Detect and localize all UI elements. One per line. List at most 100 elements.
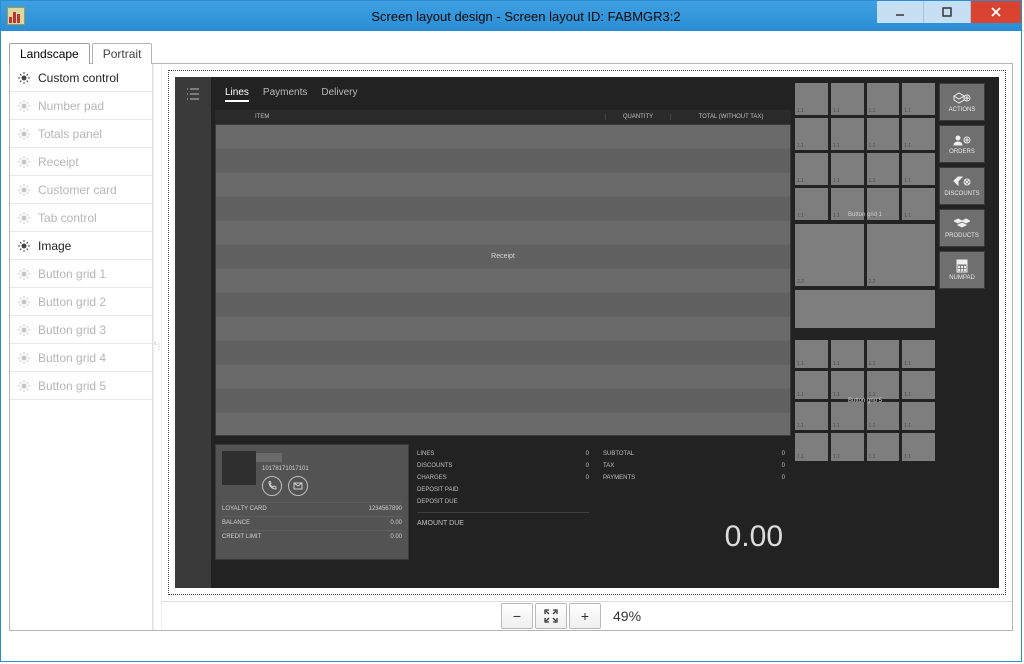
pos-tab-lines[interactable]: Lines	[225, 87, 249, 102]
grid-cell[interactable]	[795, 371, 828, 399]
grid-cell[interactable]	[831, 153, 864, 185]
gear-icon	[18, 296, 30, 308]
button-grid-3-panel[interactable]	[795, 290, 935, 328]
totals-panel-left[interactable]: LINES0 DISCOUNTS0 CHARGES0 DEPOSIT PAID …	[415, 444, 591, 560]
grid-cell[interactable]	[831, 402, 864, 430]
toolbox-item-label: Custom control	[38, 71, 119, 85]
pos-tab-payments[interactable]: Payments	[263, 87, 307, 102]
grid-cell[interactable]	[831, 371, 864, 399]
value: 0	[782, 451, 785, 457]
grid-cell[interactable]	[902, 371, 935, 399]
toolbox-item-image[interactable]: Image	[10, 232, 152, 260]
customer-card-panel[interactable]: 10178171017101 LOYALTY CARD1234567890	[215, 444, 409, 560]
pos-screen[interactable]: Lines Payments Delivery ITEM QUANTITY TO…	[175, 77, 999, 588]
grid-cell[interactable]	[867, 402, 900, 430]
toolbox-item-customer-card[interactable]: Customer card	[10, 176, 152, 204]
toolbox-item-button-grid-3[interactable]: Button grid 3	[10, 316, 152, 344]
grid-cell[interactable]	[795, 433, 828, 461]
toolbox-item-label: Totals panel	[38, 127, 102, 141]
grid-cell[interactable]	[831, 118, 864, 150]
receipt-header: ITEM QUANTITY TOTAL (WITHOUT TAX)	[215, 110, 791, 124]
app-icon	[7, 7, 25, 25]
button-grid-1-panel[interactable]: Button grid 1	[795, 83, 935, 220]
grid-cell[interactable]	[831, 83, 864, 115]
phone-icon[interactable]	[262, 476, 282, 496]
grid-cell[interactable]	[831, 433, 864, 461]
toolbox-item-button-grid-2[interactable]: Button grid 2	[10, 288, 152, 316]
action-label: NUMPAD	[949, 275, 975, 281]
toolbox-item-button-grid-4[interactable]: Button grid 4	[10, 344, 152, 372]
totals-panel-right[interactable]: SUBTOTAL0 TAX0 PAYMENTS0 0.00	[597, 444, 791, 560]
tab-portrait[interactable]: Portrait	[92, 43, 153, 64]
grid-cell[interactable]	[867, 153, 900, 185]
window-maximize-button[interactable]	[924, 1, 971, 23]
button-grid-2-panel[interactable]	[795, 224, 935, 286]
grid-cell[interactable]	[795, 118, 828, 150]
action-numpad[interactable]: NUMPAD	[939, 251, 985, 289]
toolbox-item-custom-control[interactable]: Custom control	[10, 64, 152, 92]
orientation-tabs: Landscape Portrait	[9, 41, 1013, 63]
app-window: Screen layout design - Screen layout ID:…	[0, 0, 1022, 662]
grid-cell[interactable]	[795, 402, 828, 430]
label: DEPOSIT PAID	[417, 487, 458, 493]
grid-cell[interactable]	[902, 153, 935, 185]
col-quantity: QUANTITY	[605, 114, 671, 120]
label: TAX	[603, 463, 614, 469]
button-grid-5-panel[interactable]: Button grid 5	[795, 340, 935, 461]
toolbox-item-button-grid-5[interactable]: Button grid 5	[10, 372, 152, 400]
grid-cell[interactable]	[902, 83, 935, 115]
toolbox-item-tab-control[interactable]: Tab control	[10, 204, 152, 232]
grand-total: 0.00	[725, 520, 783, 554]
label: CHARGES	[417, 475, 447, 481]
value: 0	[586, 475, 589, 481]
grid-cell[interactable]	[867, 83, 900, 115]
gear-icon	[18, 128, 30, 140]
label: LINES	[417, 451, 434, 457]
mail-icon[interactable]	[288, 476, 308, 496]
grid-cell[interactable]	[867, 118, 900, 150]
toolbox-item-button-grid-1[interactable]: Button grid 1	[10, 260, 152, 288]
person-icon	[953, 133, 971, 147]
balance-value: 0.00	[390, 520, 402, 526]
pos-tab-delivery[interactable]: Delivery	[321, 87, 357, 102]
grid-cell[interactable]	[795, 224, 864, 286]
value: 0	[782, 463, 785, 469]
toolbox-item-receipt[interactable]: Receipt	[10, 148, 152, 176]
action-discounts[interactable]: DISCOUNTS	[939, 167, 985, 205]
zoom-in-button[interactable]: +	[569, 603, 601, 629]
receipt-panel[interactable]: Receipt	[215, 124, 791, 436]
grid-cell[interactable]	[902, 340, 935, 368]
window-minimize-button[interactable]	[877, 1, 924, 23]
design-canvas[interactable]: Lines Payments Delivery ITEM QUANTITY TO…	[168, 70, 1006, 595]
receipt-placeholder: Receipt	[491, 253, 515, 260]
grid-cell[interactable]	[795, 153, 828, 185]
grid-cell[interactable]	[795, 340, 828, 368]
grid-cell[interactable]	[867, 224, 936, 286]
action-products[interactable]: PRODUCTS	[939, 209, 985, 247]
grid-cell[interactable]	[831, 340, 864, 368]
grid-cell[interactable]	[902, 118, 935, 150]
checklist-icon	[184, 85, 202, 103]
toolbox-item-number-pad[interactable]: Number pad	[10, 92, 152, 120]
grid-cell[interactable]	[867, 340, 900, 368]
zoom-fit-button[interactable]	[535, 603, 567, 629]
splitter-handle[interactable]: ⋮▸	[153, 64, 162, 630]
tab-landscape[interactable]: Landscape	[9, 43, 90, 64]
zoom-out-button[interactable]: −	[501, 603, 533, 629]
grid-cell[interactable]	[902, 402, 935, 430]
grid-cell[interactable]	[867, 371, 900, 399]
grid-cell[interactable]	[902, 433, 935, 461]
action-orders[interactable]: ORDERS	[939, 125, 985, 163]
grid-cell[interactable]	[867, 433, 900, 461]
pos-sidebar[interactable]	[175, 77, 211, 588]
grid-cell[interactable]	[795, 83, 828, 115]
gear-icon	[18, 184, 30, 196]
action-strip: ACTIONS ORDERS DISCOUNTS	[939, 83, 985, 582]
grid-cell[interactable]	[795, 188, 828, 220]
toolbox-item-totals-panel[interactable]: Totals panel	[10, 120, 152, 148]
action-actions[interactable]: ACTIONS	[939, 83, 985, 121]
loyalty-value: 1234567890	[369, 506, 402, 512]
pos-tabs: Lines Payments Delivery	[215, 77, 791, 110]
grid-cell[interactable]	[902, 188, 935, 220]
window-close-button[interactable]	[971, 1, 1021, 23]
